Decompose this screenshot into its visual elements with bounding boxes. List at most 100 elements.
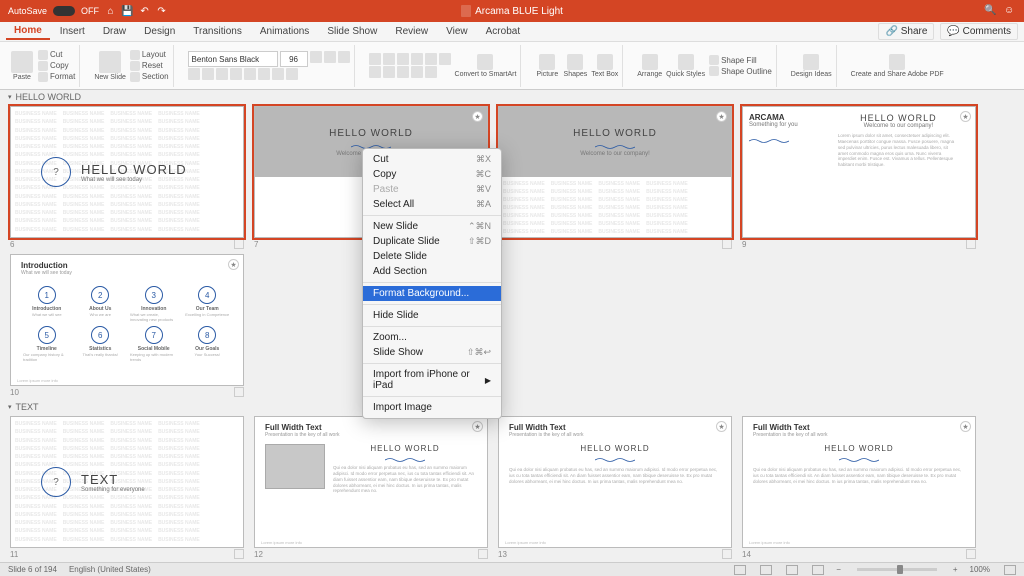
justify-icon[interactable] xyxy=(411,66,423,78)
align-left-icon[interactable] xyxy=(369,66,381,78)
italic-icon[interactable] xyxy=(202,68,214,80)
zoom-slider[interactable] xyxy=(857,568,937,571)
paste-button[interactable]: Paste xyxy=(10,51,34,81)
cut-button[interactable]: Cut xyxy=(38,50,75,60)
tab-acrobat[interactable]: Acrobat xyxy=(478,24,528,39)
animation-indicator[interactable]: ★ xyxy=(472,111,483,122)
collapse-icon[interactable]: ▾ xyxy=(8,403,12,411)
align-right-icon[interactable] xyxy=(397,66,409,78)
strike-icon[interactable] xyxy=(230,68,242,80)
highlight-icon[interactable] xyxy=(272,68,284,80)
shapes-button[interactable]: Shapes xyxy=(563,54,587,78)
spacing-icon[interactable] xyxy=(258,68,270,80)
underline-icon[interactable] xyxy=(216,68,228,80)
undo-icon[interactable]: ↶ xyxy=(139,6,150,17)
columns-icon[interactable] xyxy=(425,66,437,78)
decrease-font-icon[interactable] xyxy=(324,51,336,63)
shape-outline-button[interactable]: Shape Outline xyxy=(709,66,772,76)
slide-12[interactable]: Full Width TextPresentation is the key o… xyxy=(254,416,488,548)
redo-icon[interactable]: ↷ xyxy=(156,6,167,17)
slideshow-view-icon[interactable] xyxy=(812,565,824,575)
adobe-pdf-button[interactable]: Create and Share Adobe PDF xyxy=(851,54,944,78)
slide-11[interactable]: BUSINESS NAMEBUSINESS NAMEBUSINESS NAMEB… xyxy=(10,416,244,548)
tab-slideshow[interactable]: Slide Show xyxy=(319,24,385,39)
numbering-icon[interactable] xyxy=(383,53,395,65)
sorter-view-icon[interactable] xyxy=(760,565,772,575)
animation-indicator[interactable]: ★ xyxy=(960,421,971,432)
home-icon[interactable]: ⌂ xyxy=(105,6,116,17)
comments-button[interactable]: 💬 Comments xyxy=(940,23,1018,40)
slide-10[interactable]: Introduction What we will see today 1Int… xyxy=(10,254,244,386)
align-center-icon[interactable] xyxy=(383,66,395,78)
search-icon[interactable]: 🔍 xyxy=(984,5,996,17)
menu-item[interactable]: Format Background... xyxy=(363,286,501,301)
menu-item[interactable]: Import from iPhone or iPad▶ xyxy=(363,367,501,393)
menu-item[interactable]: Delete Slide xyxy=(363,249,501,264)
slide-8[interactable]: HELLO WORLD Welcome to our company! BUSI… xyxy=(498,106,732,238)
reading-view-icon[interactable] xyxy=(786,565,798,575)
indent-less-icon[interactable] xyxy=(397,53,409,65)
zoom-level[interactable]: 100% xyxy=(970,565,990,574)
bold-icon[interactable] xyxy=(188,68,200,80)
tab-insert[interactable]: Insert xyxy=(52,24,93,39)
slide-sorter[interactable]: ▾HELLO WORLD BUSINESS NAMEBUSINESS NAMEB… xyxy=(0,90,1024,562)
menu-item[interactable]: Duplicate Slide⇧⌘D xyxy=(363,234,501,249)
menu-item[interactable]: Copy⌘C xyxy=(363,167,501,182)
tab-review[interactable]: Review xyxy=(387,24,436,39)
autosave-toggle[interactable] xyxy=(53,6,75,16)
quick-styles-button[interactable]: Quick Styles xyxy=(666,54,705,78)
section-button[interactable]: Section xyxy=(130,72,169,82)
slide-13[interactable]: Full Width TextPresentation is the key o… xyxy=(498,416,732,548)
section-hello[interactable]: ▾HELLO WORLD xyxy=(0,90,1024,104)
animation-indicator[interactable]: ★ xyxy=(716,421,727,432)
animation-indicator[interactable]: ★ xyxy=(228,259,239,270)
menu-item[interactable]: Select All⌘A xyxy=(363,197,501,212)
slide-9[interactable]: ARCAMA Something for you HELLO WORLD Wel… xyxy=(742,106,976,238)
menu-item[interactable]: Import Image xyxy=(363,400,501,415)
zoom-out-icon[interactable]: − xyxy=(836,565,841,574)
font-select[interactable]: Benton Sans Black xyxy=(188,51,278,67)
slide-6[interactable]: BUSINESS NAMEBUSINESS NAMEBUSINESS NAMEB… xyxy=(10,106,244,238)
indent-more-icon[interactable] xyxy=(411,53,423,65)
animation-indicator[interactable]: ★ xyxy=(716,111,727,122)
tab-design[interactable]: Design xyxy=(136,24,183,39)
picture-button[interactable]: Picture xyxy=(535,54,559,78)
smartart-button[interactable]: Convert to SmartArt xyxy=(455,54,517,78)
copy-button[interactable]: Copy xyxy=(38,61,75,71)
tab-transitions[interactable]: Transitions xyxy=(185,24,250,39)
menu-item[interactable]: Add Section xyxy=(363,264,501,279)
tab-view[interactable]: View xyxy=(438,24,476,39)
tab-draw[interactable]: Draw xyxy=(95,24,134,39)
account-icon[interactable]: ☺ xyxy=(1004,5,1016,17)
shape-fill-button[interactable]: Shape Fill xyxy=(709,55,772,65)
new-slide-button[interactable]: New Slide xyxy=(94,51,126,81)
section-text[interactable]: ▾TEXT xyxy=(0,400,1024,414)
share-button[interactable]: 🔗 Share xyxy=(878,23,934,40)
collapse-icon[interactable]: ▾ xyxy=(8,93,12,101)
menu-item[interactable]: Zoom... xyxy=(363,330,501,345)
menu-item[interactable]: Paste⌘V xyxy=(363,182,501,197)
format-painter-button[interactable]: Format xyxy=(38,72,75,82)
language[interactable]: English (United States) xyxy=(69,565,151,574)
slide-14[interactable]: Full Width TextPresentation is the key o… xyxy=(742,416,976,548)
menu-item[interactable]: Cut⌘X xyxy=(363,152,501,167)
font-color-icon[interactable] xyxy=(286,68,298,80)
tab-animations[interactable]: Animations xyxy=(252,24,317,39)
design-ideas-button[interactable]: Design Ideas xyxy=(791,54,832,78)
reset-button[interactable]: Reset xyxy=(130,61,169,71)
animation-indicator[interactable]: ★ xyxy=(960,111,971,122)
tab-home[interactable]: Home xyxy=(6,23,50,40)
bullets-icon[interactable] xyxy=(369,53,381,65)
text-dir-icon[interactable] xyxy=(439,53,451,65)
zoom-in-icon[interactable]: + xyxy=(953,565,958,574)
line-spacing-icon[interactable] xyxy=(425,53,437,65)
clear-format-icon[interactable] xyxy=(338,51,350,63)
normal-view-icon[interactable] xyxy=(734,565,746,575)
menu-item[interactable]: Hide Slide xyxy=(363,308,501,323)
increase-font-icon[interactable] xyxy=(310,51,322,63)
arrange-button[interactable]: Arrange xyxy=(637,54,662,78)
menu-item[interactable]: New Slide⌃⌘N xyxy=(363,219,501,234)
menu-item[interactable]: Slide Show⇧⌘↩ xyxy=(363,345,501,360)
fit-icon[interactable] xyxy=(1004,565,1016,575)
shadow-icon[interactable] xyxy=(244,68,256,80)
